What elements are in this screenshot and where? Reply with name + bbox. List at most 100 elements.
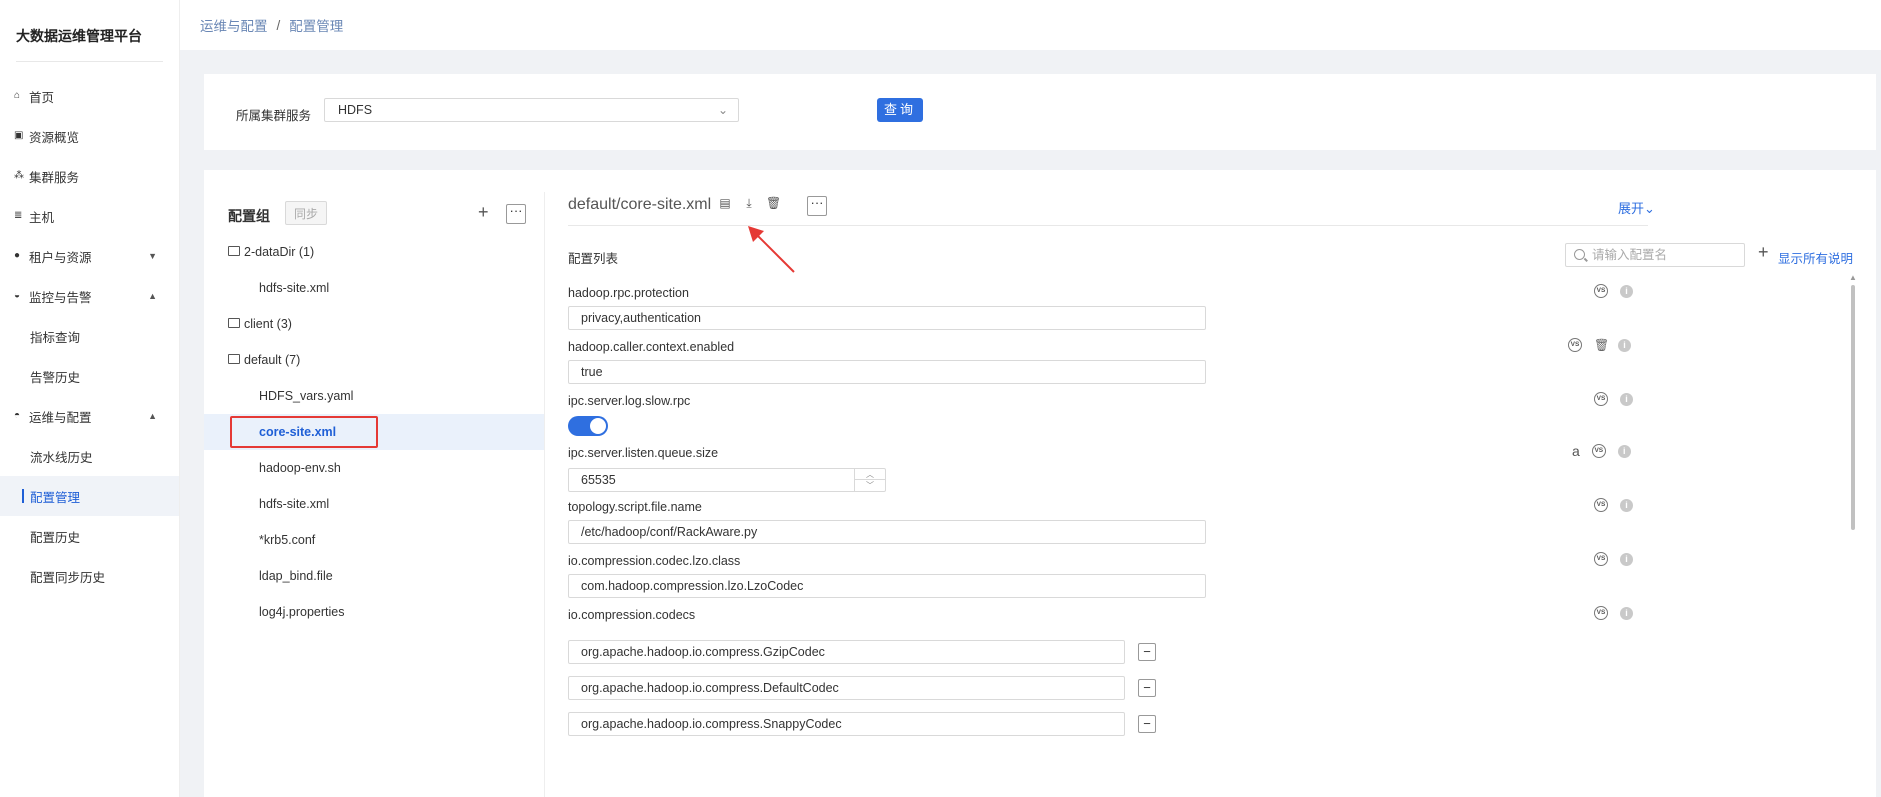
- config-value-input[interactable]: org.apache.hadoop.io.compress.GzipCodec: [568, 640, 1125, 664]
- compare-icon[interactable]: VS: [1594, 284, 1608, 298]
- sidebar-item-monitoring[interactable]: ◒ 监控与告警 ▲: [0, 276, 179, 316]
- sidebar-item-ops-config[interactable]: ◓ 运维与配置 ▲: [0, 396, 179, 436]
- delete-icon[interactable]: 🗑: [766, 196, 781, 210]
- number-stepper[interactable]: ︿ ﹀: [854, 469, 885, 491]
- sidebar-item-cluster-services[interactable]: ⁂ 集群服务: [0, 156, 179, 196]
- config-group-title: 配置组: [228, 208, 270, 224]
- breadcrumb-separator: /: [276, 17, 281, 33]
- sidebar-item-label: 流水线历史: [30, 450, 93, 465]
- scrollbar-thumb[interactable]: [1851, 285, 1855, 530]
- annotation-highlight-box: [230, 416, 378, 448]
- tree-file[interactable]: hdfs-site.xml: [228, 486, 544, 522]
- sidebar-item-home[interactable]: ⌂ 首页: [0, 76, 179, 116]
- tree-file[interactable]: *krb5.conf: [228, 522, 544, 558]
- config-name: io.compression.codec.lzo.class: [568, 554, 741, 568]
- sidebar-item-label: 告警历史: [30, 370, 81, 385]
- config-name: hadoop.rpc.protection: [568, 286, 689, 300]
- compare-icon[interactable]: VS: [1591, 444, 1606, 458]
- sync-button[interactable]: 同步: [285, 201, 327, 225]
- more-icon[interactable]: ···: [807, 196, 827, 216]
- tree-file[interactable]: HDFS_vars.yaml: [228, 378, 544, 414]
- cluster-service-select[interactable]: HDFS ⌄: [324, 98, 739, 122]
- config-actions: VS i: [1594, 498, 1633, 512]
- compare-icon[interactable]: VS: [1594, 606, 1608, 620]
- sidebar-item-resources[interactable]: ▣ 资源概览: [0, 116, 179, 156]
- expand-link[interactable]: 展开⌄: [1618, 198, 1655, 217]
- sidebar-item-label: 租户与资源: [29, 250, 92, 265]
- decrement-icon[interactable]: ﹀: [855, 480, 885, 491]
- config-actions: VS i: [1594, 552, 1633, 566]
- breadcrumb-parent[interactable]: 运维与配置: [200, 15, 268, 35]
- server-icon: ≣: [14, 210, 23, 221]
- tree-file[interactable]: ldap_bind.file: [228, 558, 544, 594]
- info-icon[interactable]: i: [1617, 444, 1631, 458]
- compare-icon[interactable]: VS: [1568, 338, 1582, 352]
- config-value-input[interactable]: com.hadoop.compression.lzo.LzoCodec: [568, 574, 1206, 598]
- folder-icon: [228, 318, 240, 328]
- delete-icon[interactable]: 🗑: [1594, 338, 1609, 352]
- monitor-icon: ▣: [14, 130, 24, 141]
- config-search-input[interactable]: 请输入配置名: [1565, 243, 1745, 267]
- more-icon[interactable]: ···: [506, 204, 526, 224]
- config-name: io.compression.codecs: [568, 608, 696, 622]
- remove-value-button[interactable]: −: [1138, 715, 1156, 733]
- search-icon: [1574, 249, 1585, 260]
- info-icon[interactable]: i: [1620, 392, 1633, 406]
- search-placeholder: 请输入配置名: [1592, 248, 1668, 262]
- remove-value-button[interactable]: −: [1138, 643, 1156, 661]
- compare-icon[interactable]: VS: [1594, 498, 1608, 512]
- show-all-descriptions-link[interactable]: 显示所有说明: [1778, 248, 1853, 267]
- sidebar-item-label: 运维与配置: [29, 410, 92, 425]
- config-value-input[interactable]: org.apache.hadoop.io.compress.DefaultCod…: [568, 676, 1125, 700]
- config-value-input[interactable]: org.apache.hadoop.io.compress.SnappyCode…: [568, 712, 1125, 736]
- sidebar-item-label: 主机: [29, 210, 55, 225]
- info-icon[interactable]: i: [1620, 284, 1633, 298]
- sidebar-item-hosts[interactable]: ≣ 主机: [0, 196, 179, 236]
- folder-icon: [228, 354, 240, 364]
- annotation-arrow: [748, 226, 795, 273]
- tree-file[interactable]: hdfs-site.xml: [228, 270, 544, 306]
- increment-icon[interactable]: ︿: [855, 469, 885, 480]
- tree-folder[interactable]: default (7): [228, 342, 544, 378]
- scrollbar[interactable]: ▲: [1849, 273, 1857, 797]
- config-actions: VS i: [1594, 392, 1633, 406]
- config-number-input[interactable]: 65535 ︿ ﹀: [568, 468, 886, 492]
- scroll-up-icon[interactable]: ▲: [1849, 273, 1857, 282]
- config-value-input[interactable]: true: [568, 360, 1206, 384]
- info-icon[interactable]: i: [1620, 552, 1633, 566]
- compare-icon[interactable]: VS: [1594, 552, 1608, 566]
- download-icon[interactable]: ⤓: [742, 196, 756, 210]
- sidebar-item-config-sync-history[interactable]: 配置同步历史: [0, 556, 179, 596]
- text-format-icon[interactable]: a: [1572, 444, 1580, 458]
- sidebar-item-metrics[interactable]: 指标查询: [0, 316, 179, 356]
- sidebar-item-config-management[interactable]: 配置管理: [0, 476, 179, 516]
- tree-folder[interactable]: 2-dataDir (1): [228, 234, 544, 270]
- tree-folder[interactable]: client (3): [228, 306, 544, 342]
- chevron-up-icon: ▲: [148, 411, 157, 421]
- config-actions: VS i: [1594, 284, 1633, 298]
- sidebar-item-label: 资源概览: [29, 130, 80, 145]
- config-toggle[interactable]: [568, 416, 608, 436]
- remove-value-button[interactable]: −: [1138, 679, 1156, 697]
- config-actions: a VS i: [1572, 444, 1631, 458]
- info-icon[interactable]: i: [1618, 338, 1631, 352]
- add-config-icon[interactable]: +: [1758, 242, 1769, 263]
- tree-file[interactable]: hadoop-env.sh: [228, 450, 544, 486]
- config-value-input[interactable]: privacy,authentication: [568, 306, 1206, 330]
- sidebar-item-pipeline-history[interactable]: 流水线历史: [0, 436, 179, 476]
- query-button[interactable]: 查询: [877, 98, 923, 122]
- compare-icon[interactable]: VS: [1594, 392, 1608, 406]
- add-group-icon[interactable]: +: [478, 202, 489, 223]
- sidebar-item-tenants[interactable]: ● 租户与资源 ▼: [0, 236, 179, 276]
- config-card: 配置组 同步 + ··· 2-dataDir (1) hdfs-site.xml…: [204, 170, 1876, 797]
- chevron-down-icon: ⌄: [1644, 201, 1655, 216]
- tree-file[interactable]: log4j.properties: [228, 594, 544, 630]
- sidebar-item-alarm-history[interactable]: 告警历史: [0, 356, 179, 396]
- config-actions: VS i: [1594, 606, 1633, 620]
- sidebar-item-config-history[interactable]: 配置历史: [0, 516, 179, 556]
- document-icon[interactable]: ▤: [718, 196, 732, 210]
- info-icon[interactable]: i: [1620, 606, 1633, 620]
- info-icon[interactable]: i: [1620, 498, 1633, 512]
- config-value-input[interactable]: /etc/hadoop/conf/RackAware.py: [568, 520, 1206, 544]
- config-name: topology.script.file.name: [568, 500, 702, 514]
